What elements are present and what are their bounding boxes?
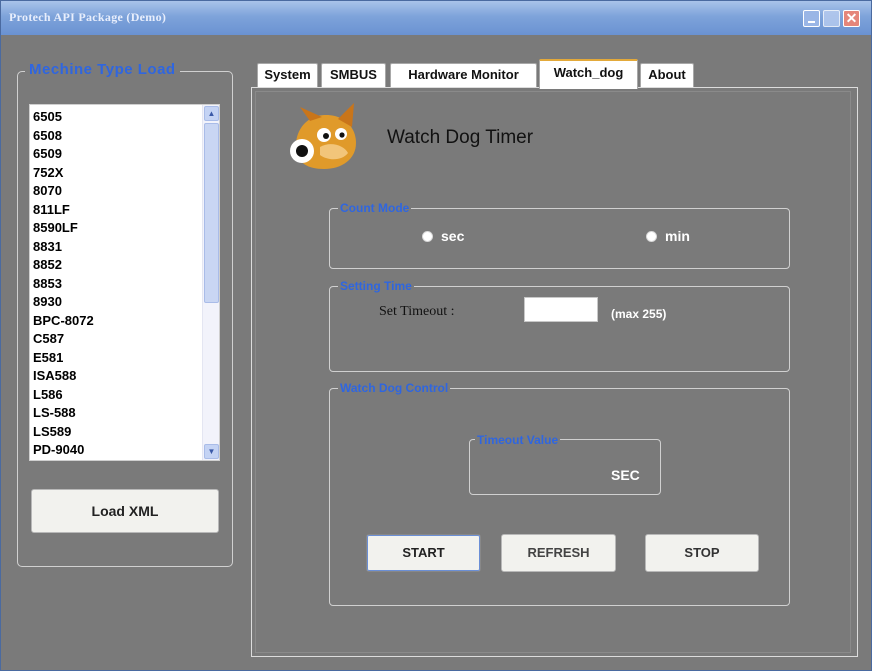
list-item[interactable]: 8853 bbox=[33, 275, 201, 294]
timeout-value-legend: Timeout Value bbox=[475, 433, 561, 447]
load-xml-button[interactable]: Load XML bbox=[31, 489, 219, 533]
list-item[interactable]: 8831 bbox=[33, 238, 201, 257]
count-mode-legend: Count Mode bbox=[338, 201, 412, 215]
watch-dog-control-group bbox=[329, 388, 790, 606]
tab-smbus[interactable]: SMBUS bbox=[321, 63, 386, 87]
start-button[interactable]: START bbox=[366, 534, 481, 572]
tab-hardware-monitor[interactable]: Hardware Monitor bbox=[390, 63, 537, 87]
max-note: (max 255) bbox=[611, 307, 667, 321]
machine-items: 6505 6508 6509 752X 8070 811LF 8590LF 8831 8852 8… bbox=[33, 108, 201, 460]
list-item[interactable]: 8070 bbox=[33, 182, 201, 201]
list-item[interactable]: 752X bbox=[33, 164, 201, 183]
list-item[interactable]: BPC-8072 bbox=[33, 312, 201, 331]
window-title: Protech API Package (Demo) bbox=[9, 10, 167, 24]
stop-button[interactable]: STOP bbox=[645, 534, 759, 572]
setting-time-legend: Setting Time bbox=[338, 279, 414, 293]
list-item[interactable]: C587 bbox=[33, 330, 201, 349]
tab-watch-dog[interactable]: Watch_dog bbox=[539, 59, 638, 89]
list-item[interactable]: 6505 bbox=[33, 108, 201, 127]
scroll-up-icon[interactable]: ▲ bbox=[204, 106, 219, 121]
list-item[interactable]: PD-9040 bbox=[33, 441, 201, 460]
title-bar[interactable]: Protech API Package (Demo) ✕ bbox=[1, 1, 871, 35]
machine-type-legend: Mechine Type Load bbox=[25, 61, 180, 78]
maximize-button[interactable] bbox=[823, 10, 840, 27]
list-item[interactable]: 8852 bbox=[33, 256, 201, 275]
list-item[interactable]: E581 bbox=[33, 349, 201, 368]
close-button[interactable]: ✕ bbox=[843, 10, 860, 27]
list-item[interactable]: 8930 bbox=[33, 293, 201, 312]
timeout-unit: SEC bbox=[611, 467, 640, 483]
list-item[interactable]: ISA588 bbox=[33, 367, 201, 386]
watch-dog-control-legend: Watch Dog Control bbox=[338, 381, 451, 395]
refresh-button[interactable]: REFRESH bbox=[501, 534, 616, 572]
list-item[interactable]: L586 bbox=[33, 386, 201, 405]
radio-sec[interactable] bbox=[422, 231, 433, 242]
dog-mascot-icon bbox=[290, 103, 356, 169]
radio-min-label[interactable]: min bbox=[665, 228, 690, 244]
app-window: Protech API Package (Demo) ✕ Mechine Typ… bbox=[0, 0, 872, 671]
radio-min[interactable] bbox=[646, 231, 657, 242]
tab-about[interactable]: About bbox=[640, 63, 694, 87]
list-item[interactable]: 6509 bbox=[33, 145, 201, 164]
minimize-icon bbox=[808, 21, 815, 23]
list-scrollbar[interactable]: ▲ ▼ bbox=[202, 105, 219, 460]
list-item[interactable]: LS-588 bbox=[33, 404, 201, 423]
set-timeout-label: Set Timeout : bbox=[379, 304, 455, 319]
scroll-thumb[interactable] bbox=[204, 123, 219, 303]
timeout-input[interactable] bbox=[524, 297, 598, 322]
list-item[interactable]: 6508 bbox=[33, 127, 201, 146]
minimize-button[interactable] bbox=[803, 10, 820, 27]
count-mode-group bbox=[329, 208, 790, 269]
machine-type-list[interactable]: 6505 6508 6509 752X 8070 811LF 8590LF 8831 8852 8… bbox=[29, 104, 220, 461]
list-item[interactable]: 8590LF bbox=[33, 219, 201, 238]
list-item[interactable]: LS589 bbox=[33, 423, 201, 442]
radio-sec-label[interactable]: sec bbox=[441, 228, 464, 244]
close-icon: ✕ bbox=[845, 10, 858, 26]
list-item[interactable]: 811LF bbox=[33, 201, 201, 220]
page-title: Watch Dog Timer bbox=[387, 127, 534, 148]
tab-system[interactable]: System bbox=[257, 63, 318, 87]
scroll-down-icon[interactable]: ▼ bbox=[204, 444, 219, 459]
